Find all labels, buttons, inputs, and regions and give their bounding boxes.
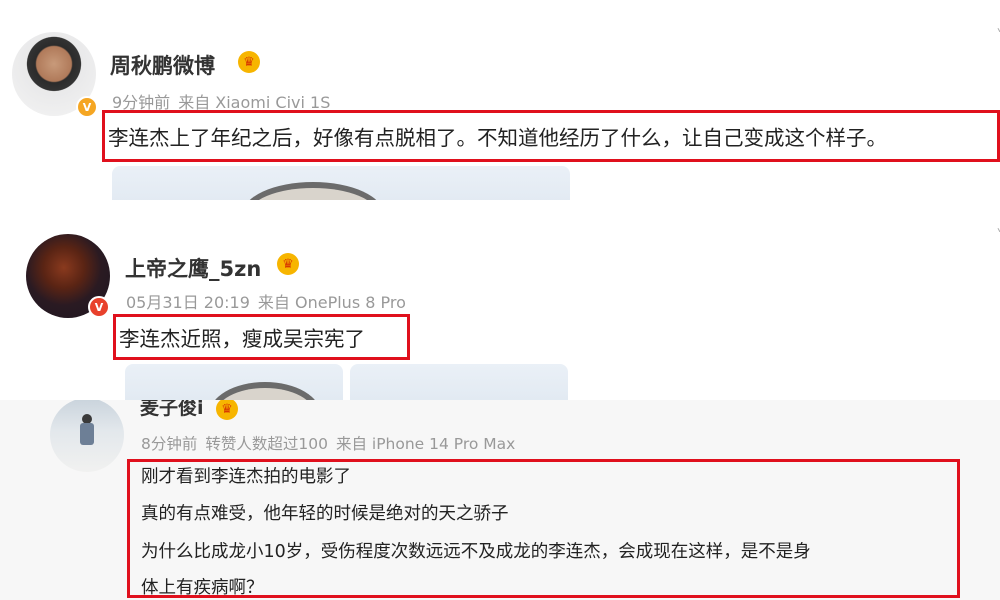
post-text-line-1: 刚才看到李连杰拍的电影了: [141, 467, 351, 487]
post-repost-count: 转赞人数超过100: [205, 435, 328, 453]
post-meta: 05月31日 20:19 来自 OnePlus 8 Pro: [126, 289, 414, 313]
post-source: 来自 OnePlus 8 Pro: [257, 293, 406, 312]
post-text: 李连杰上了年纪之后，好像有点脱相了。不知道他经历了什么，让自己变成这个样子。: [108, 126, 887, 150]
post-text-line-3: 为什么比成龙小10岁，受伤程度次数远远不及成龙的李连杰，会成现在这样，是不是身: [141, 542, 811, 562]
verified-badge-icon: V: [88, 296, 110, 318]
post-card-1: V 周秋鹏微博 ♛ 9分钟前 来自 Xiaomi Civi 1S 李连杰上了年纪之…: [0, 0, 1000, 200]
author-name[interactable]: 周秋鹏微博: [110, 50, 215, 80]
author-avatar[interactable]: [50, 400, 124, 472]
post-source: 来自 iPhone 14 Pro Max: [335, 435, 516, 453]
post-time[interactable]: 05月31日 20:19: [126, 293, 250, 312]
crown-icon: ♛: [277, 253, 299, 275]
post-text-line-2: 真的有点难受，他年轻的时候是绝对的天之骄子: [141, 504, 509, 524]
crown-icon: ♛: [216, 400, 238, 420]
verified-badge-icon: V: [76, 96, 98, 118]
author-name[interactable]: 上帝之鹰_5zn: [125, 253, 261, 283]
crown-icon: ♛: [238, 51, 260, 73]
chevron-down-icon[interactable]: ˅: [996, 226, 1000, 245]
post-card-2: V 上帝之鹰_5zn ♛ 05月31日 20:19 来自 OnePlus 8 Pr…: [0, 200, 1000, 400]
post-text: 李连杰近照，瘦成吴宗宪了: [119, 327, 365, 351]
post-time[interactable]: 8分钟前: [141, 435, 197, 453]
chevron-down-icon[interactable]: ˅: [996, 26, 1000, 45]
post-image[interactable]: [112, 166, 570, 200]
post-image-1[interactable]: [125, 364, 343, 400]
post-card-3: 麦子俊i ♛ 8分钟前 转赞人数超过100 来自 iPhone 14 Pro Max…: [0, 400, 1000, 600]
post-meta: 8分钟前 转赞人数超过100 来自 iPhone 14 Pro Max: [141, 432, 523, 454]
post-image-2[interactable]: [350, 364, 568, 400]
author-name[interactable]: 麦子俊i: [140, 400, 204, 420]
post-text-line-4: 体上有疾病啊？: [141, 578, 264, 598]
